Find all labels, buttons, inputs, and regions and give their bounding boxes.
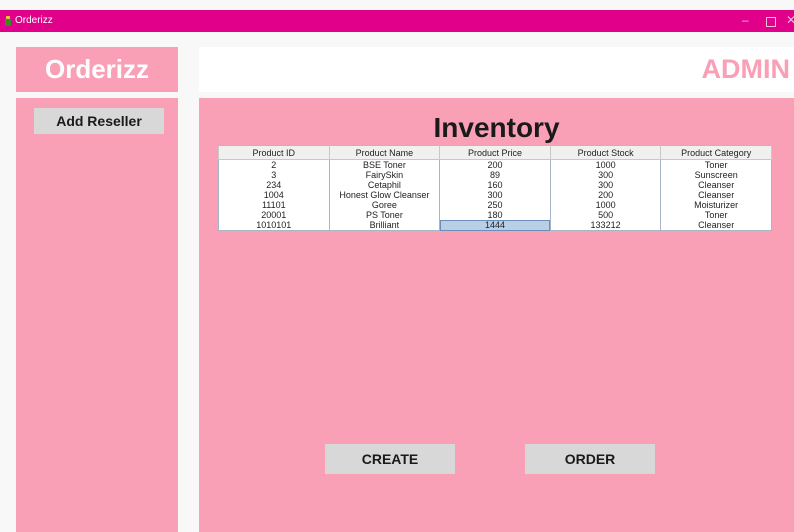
table-cell[interactable]: FairySkin: [328, 170, 441, 180]
table-cell[interactable]: 500: [549, 210, 662, 220]
table-cell[interactable]: Brilliant: [328, 220, 441, 231]
table-cell[interactable]: 160: [439, 180, 551, 190]
column-header[interactable]: Product Price: [439, 145, 551, 160]
window-title: Orderizz: [15, 15, 53, 26]
table-cell[interactable]: Cleanser: [660, 220, 772, 231]
table-cell[interactable]: 200: [549, 190, 662, 200]
inventory-table[interactable]: Product ID Product Name Product Price Pr…: [218, 145, 772, 231]
table-row[interactable]: 1010101 Brilliant 1444 133212 Cleanser: [218, 220, 772, 231]
table-cell[interactable]: 1004: [218, 190, 330, 200]
table-cell[interactable]: Cleanser: [660, 180, 772, 190]
table-cell[interactable]: 300: [439, 190, 551, 200]
table-cell[interactable]: 3: [218, 170, 330, 180]
sidebar: Add Reseller: [16, 98, 178, 532]
table-cell[interactable]: 89: [439, 170, 551, 180]
table-cell[interactable]: Toner: [660, 159, 772, 170]
table-cell[interactable]: 180: [439, 210, 551, 220]
column-header[interactable]: Product Stock: [549, 145, 662, 160]
table-cell[interactable]: Moisturizer: [660, 200, 772, 210]
logo: Orderizz: [16, 47, 178, 92]
table-cell[interactable]: Toner: [660, 210, 772, 220]
table-row[interactable]: 11101 Goree 250 1000 Moisturizer: [218, 200, 772, 210]
app-icon: [5, 16, 11, 26]
table-row[interactable]: 3 FairySkin 89 300 Sunscreen: [218, 170, 772, 180]
table-cell[interactable]: 1000: [549, 159, 662, 170]
table-cell[interactable]: 200: [439, 159, 551, 170]
column-header[interactable]: Product Category: [660, 145, 772, 160]
table-row[interactable]: 234 Cetaphil 160 300 Cleanser: [218, 180, 772, 190]
table-cell[interactable]: Honest Glow Cleanser: [328, 190, 441, 200]
title-bar: Orderizz – ✕: [0, 10, 794, 32]
minimize-icon[interactable]: –: [742, 13, 749, 27]
table-cell[interactable]: 2: [218, 159, 330, 170]
table-cell[interactable]: Cleanser: [660, 190, 772, 200]
header: ADMIN: [199, 47, 794, 92]
create-button[interactable]: CREATE: [325, 444, 455, 474]
table-cell[interactable]: 20001: [218, 210, 330, 220]
table-header-row: Product ID Product Name Product Price Pr…: [218, 145, 772, 160]
table-cell[interactable]: 1000: [549, 200, 662, 210]
table-cell[interactable]: BSE Toner: [328, 159, 441, 170]
table-cell[interactable]: 300: [549, 180, 662, 190]
table-cell[interactable]: Sunscreen: [660, 170, 772, 180]
main-panel: Inventory Product ID Product Name Produc…: [199, 98, 794, 532]
table-row[interactable]: 20001 PS Toner 180 500 Toner: [218, 210, 772, 220]
table-cell[interactable]: 11101: [218, 200, 330, 210]
table-row[interactable]: 1004 Honest Glow Cleanser 300 200 Cleans…: [218, 190, 772, 200]
table-cell[interactable]: 133212: [549, 220, 662, 231]
table-cell[interactable]: 300: [549, 170, 662, 180]
table-cell[interactable]: 234: [218, 180, 330, 190]
table-cell[interactable]: Cetaphil: [328, 180, 441, 190]
order-button[interactable]: ORDER: [525, 444, 655, 474]
page-title: Inventory: [433, 112, 560, 143]
role-label: ADMIN: [701, 54, 791, 84]
table-row[interactable]: 2 BSE Toner 200 1000 Toner: [218, 159, 772, 170]
table-cell[interactable]: 250: [439, 200, 551, 210]
table-cell-selected[interactable]: 1444: [439, 220, 551, 231]
column-header[interactable]: Product Name: [328, 145, 441, 160]
table-cell[interactable]: Goree: [328, 200, 441, 210]
maximize-icon[interactable]: [766, 17, 776, 27]
table-cell[interactable]: PS Toner: [328, 210, 441, 220]
column-header[interactable]: Product ID: [218, 145, 330, 160]
close-icon[interactable]: ✕: [786, 13, 794, 27]
table-cell[interactable]: 1010101: [218, 220, 330, 231]
add-reseller-button[interactable]: Add Reseller: [34, 108, 164, 134]
